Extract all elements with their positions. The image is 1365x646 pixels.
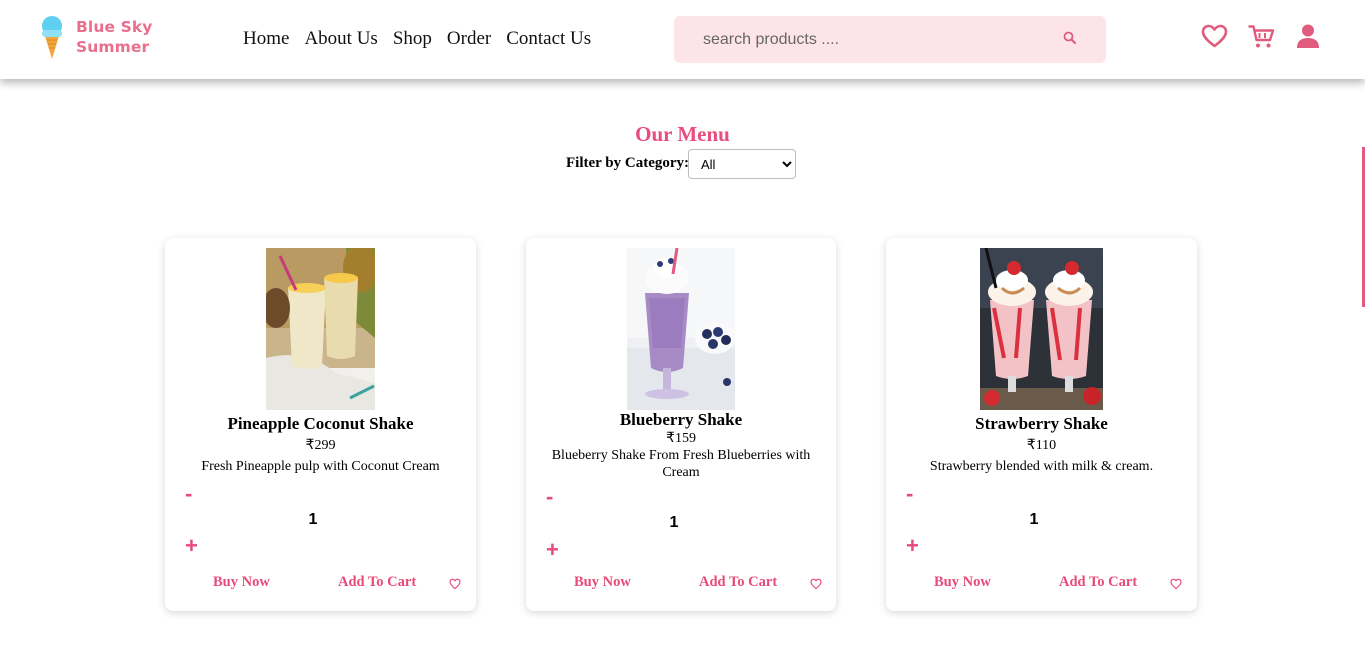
product-price: ₹299 [305, 438, 336, 453]
product-description: Strawberry blended with milk & cream. [929, 459, 1154, 474]
quantity-decrease-button[interactable]: - [185, 483, 192, 505]
brand-line-1: Blue Sky [76, 18, 153, 36]
add-to-cart-button[interactable]: Add To Cart [699, 574, 777, 591]
filter-label: Filter by Category: [566, 155, 690, 171]
quantity-value: 1 [669, 514, 679, 531]
heart-outline-icon[interactable] [449, 578, 461, 590]
product-image-strawberry-shake [980, 248, 1103, 410]
buy-now-button[interactable]: Buy Now [574, 574, 631, 591]
add-to-cart-button[interactable]: Add To Cart [338, 574, 416, 591]
quantity-decrease-button[interactable]: - [546, 486, 553, 508]
search-bar [674, 16, 1106, 63]
heart-icon[interactable] [1201, 24, 1228, 49]
nav-contact-us[interactable]: Contact Us [506, 28, 591, 50]
quantity-increase-button[interactable]: + [546, 539, 559, 561]
nav-home[interactable]: Home [243, 28, 289, 50]
product-description: Fresh Pineapple pulp with Coconut Cream [201, 459, 440, 474]
site-header: Blue Sky Summer Home About Us Shop Order… [0, 0, 1365, 79]
product-image-blueberry-shake [627, 248, 735, 410]
product-description: Blueberry Shake From Fresh Blueberries w… [551, 448, 811, 480]
product-image-pineapple-coconut-shake [266, 248, 375, 410]
main-nav: Home About Us Shop Order Contact Us [243, 28, 606, 50]
product-price: ₹159 [666, 431, 696, 446]
user-icon[interactable] [1296, 24, 1320, 49]
quantity-value: 1 [308, 511, 318, 528]
cart-icon[interactable] [1248, 24, 1275, 49]
category-filter-select[interactable]: All [688, 149, 796, 179]
product-name: Blueberry Shake [619, 410, 743, 429]
quantity-increase-button[interactable]: + [906, 535, 919, 557]
quantity-decrease-button[interactable]: - [906, 483, 913, 505]
product-card: Strawberry Shake ₹110 Strawberry blended… [886, 238, 1197, 611]
brand-logo[interactable]: Blue Sky Summer [38, 14, 178, 62]
brand-line-2: Summer [76, 38, 150, 56]
brand-name: Blue Sky Summer [76, 17, 152, 57]
product-name: Pineapple Coconut Shake [227, 414, 414, 433]
nav-about-us[interactable]: About Us [304, 28, 377, 50]
search-icon[interactable] [1062, 30, 1078, 46]
product-name: Strawberry Shake [975, 414, 1108, 433]
heart-outline-icon[interactable] [810, 578, 822, 590]
product-card: Pineapple Coconut Shake ₹299 Fresh Pinea… [165, 238, 476, 611]
add-to-cart-button[interactable]: Add To Cart [1059, 574, 1137, 591]
heart-outline-icon[interactable] [1170, 578, 1182, 590]
buy-now-button[interactable]: Buy Now [213, 574, 270, 591]
quantity-value: 1 [1029, 511, 1039, 528]
product-price: ₹110 [1026, 438, 1057, 453]
buy-now-button[interactable]: Buy Now [934, 574, 991, 591]
page-title: Our Menu [635, 122, 730, 146]
product-card: Blueberry Shake ₹159 Blueberry Shake Fro… [526, 238, 836, 611]
search-input[interactable] [703, 29, 1043, 51]
ice-cream-cone-icon [42, 16, 62, 59]
quantity-increase-button[interactable]: + [185, 535, 198, 557]
nav-order[interactable]: Order [447, 28, 491, 50]
nav-shop[interactable]: Shop [393, 28, 432, 50]
